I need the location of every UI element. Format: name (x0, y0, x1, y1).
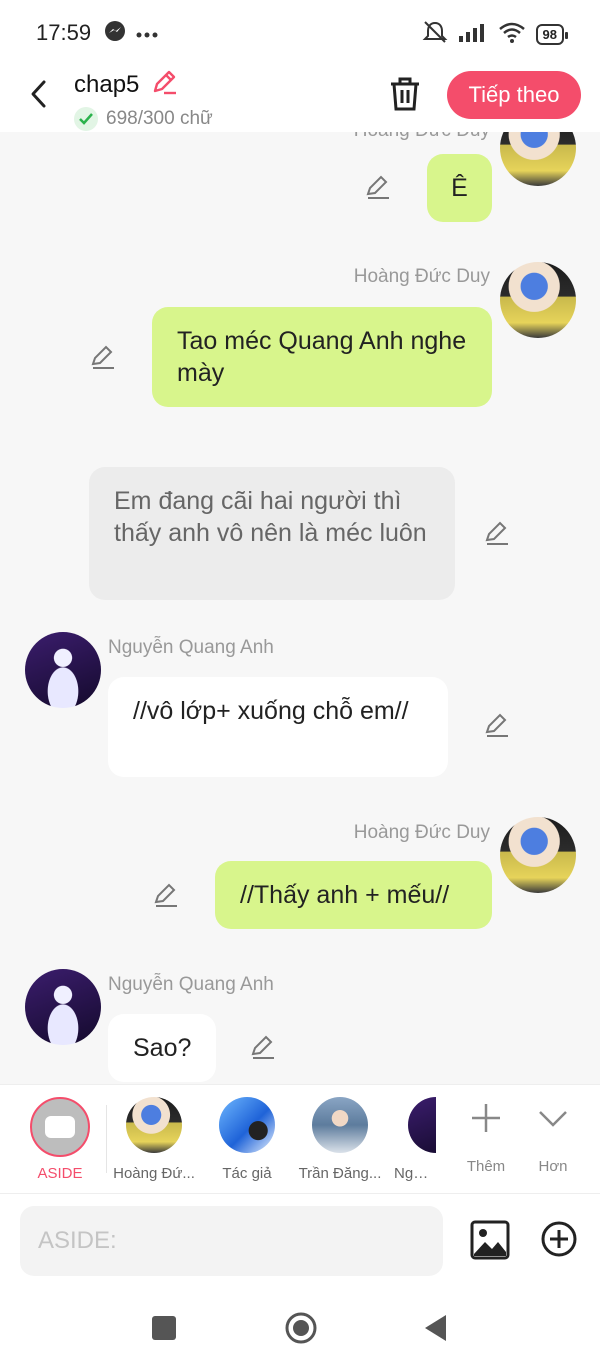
more-characters-label: Hơn (538, 1158, 568, 1175)
back-button[interactable] (24, 76, 54, 112)
edit-message-icon[interactable] (484, 520, 510, 546)
message-bubble[interactable]: Sao? (108, 1014, 216, 1082)
avatar[interactable] (25, 969, 101, 1045)
avatar (408, 1097, 436, 1153)
edit-message-icon[interactable] (365, 174, 391, 200)
avatar (219, 1097, 275, 1153)
add-button[interactable] (540, 1220, 578, 1258)
messenger-icon (104, 20, 126, 47)
chat-area[interactable]: Hoàng Đức Duy Ê Hoàng Đức Duy Tao méc Qu… (0, 132, 600, 1084)
message-input[interactable] (20, 1206, 443, 1276)
more-characters-button[interactable]: Hơn (523, 1101, 583, 1175)
aside-button[interactable] (30, 1097, 90, 1157)
message-bubble[interactable]: Tao méc Quang Anh nghe mày (152, 307, 492, 407)
character-item[interactable]: Nguyễ (388, 1097, 436, 1182)
word-count: 698/300 chữ (106, 108, 213, 129)
aside-label: ASIDE (37, 1165, 83, 1182)
avatar (312, 1097, 368, 1153)
edit-message-icon[interactable] (484, 712, 510, 738)
more-notifications-icon (136, 25, 158, 43)
add-character-label: Thêm (466, 1158, 506, 1175)
avatar (126, 1097, 182, 1153)
character-item[interactable]: Tác giả (201, 1097, 293, 1182)
check-icon (74, 107, 98, 131)
plus-icon (472, 1104, 500, 1132)
signal-icon (458, 22, 488, 47)
message-bubble[interactable]: //vô lớp+ xuống chỗ em// (108, 677, 448, 777)
page-title: chap5 (74, 70, 140, 98)
avatar[interactable] (500, 132, 576, 186)
character-selector: ASIDE Hoàng Đứ... Tác giả Trần Đăng... N… (0, 1084, 600, 1194)
chevron-left-icon (31, 80, 46, 108)
message-speaker: Nguyễn Quang Anh (108, 974, 274, 995)
character-name: Nguyễ (394, 1165, 436, 1182)
avatar[interactable] (25, 632, 101, 708)
message-speaker: Hoàng Đức Duy (353, 822, 490, 843)
delete-button[interactable] (388, 76, 422, 112)
header: chap5 698/300 chữ Tiếp theo (0, 62, 600, 132)
edit-message-icon[interactable] (250, 1034, 276, 1060)
recents-button[interactable] (152, 1316, 176, 1340)
message-speaker: Hoàng Đức Duy (354, 132, 490, 142)
next-button[interactable]: Tiếp theo (447, 71, 581, 119)
input-area (0, 1194, 600, 1289)
message-speaker: Hoàng Đức Duy (353, 266, 490, 287)
character-item[interactable]: Trần Đăng... (294, 1097, 386, 1182)
status-time: 17:59 (36, 20, 92, 45)
message-speaker: Nguyễn Quang Anh (108, 637, 274, 658)
edit-message-icon[interactable] (153, 882, 179, 908)
trash-icon (391, 77, 419, 111)
battery-icon: 98 (535, 24, 569, 45)
home-button[interactable] (284, 1311, 318, 1345)
plus-circle-icon (541, 1221, 577, 1257)
system-nav-bar (0, 1289, 600, 1367)
message-bubble[interactable]: Ê (427, 154, 492, 222)
character-name: Trần Đăng... (298, 1165, 382, 1182)
character-item[interactable]: Hoàng Đứ... (108, 1097, 200, 1182)
character-name: Tác giả (222, 1165, 272, 1182)
add-character-button[interactable]: Thêm (456, 1101, 516, 1175)
divider (106, 1105, 107, 1173)
home-circle-icon (285, 1312, 317, 1344)
narration-bubble[interactable]: Em đang cãi hai người thì thấy anh vô nê… (89, 467, 455, 600)
aside-icon (45, 1116, 75, 1138)
image-button[interactable] (470, 1220, 510, 1260)
edit-message-icon[interactable] (90, 344, 116, 370)
chevron-down-icon (539, 1111, 567, 1127)
image-icon (470, 1220, 510, 1260)
avatar[interactable] (500, 262, 576, 338)
avatar[interactable] (500, 817, 576, 893)
wifi-icon (498, 21, 526, 48)
character-name: Hoàng Đứ... (113, 1165, 195, 1182)
edit-title-icon[interactable] (150, 68, 178, 101)
message-bubble[interactable]: //Thấy anh + mếu// (215, 861, 492, 929)
triangle-back-icon (425, 1315, 446, 1341)
mute-icon (422, 20, 448, 49)
status-bar: 17:59 98 (0, 0, 600, 62)
system-back-button[interactable] (422, 1313, 448, 1343)
